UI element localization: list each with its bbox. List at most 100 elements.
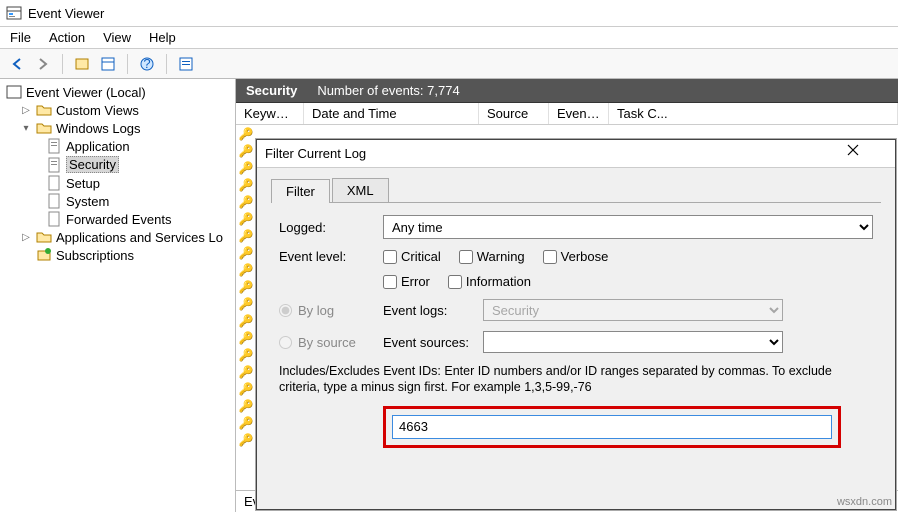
- tree-log-forwarded-label: Forwarded Events: [66, 212, 172, 227]
- close-icon: [847, 144, 859, 156]
- key-icon: 🔑: [238, 280, 254, 294]
- by-source-label: By source: [298, 335, 356, 350]
- tree-custom-views[interactable]: ▷ Custom Views: [2, 101, 233, 119]
- tree-root[interactable]: Event Viewer (Local): [2, 83, 233, 101]
- col-source[interactable]: Source: [479, 103, 549, 124]
- key-icon: 🔑: [238, 246, 254, 260]
- log-icon: [46, 138, 62, 154]
- menu-action[interactable]: Action: [49, 30, 85, 45]
- tree-log-forwarded[interactable]: Forwarded Events: [2, 210, 233, 228]
- expand-icon[interactable]: ▷: [20, 232, 32, 243]
- col-event-id[interactable]: Event ID: [549, 103, 609, 124]
- event-level-label: Event level:: [279, 249, 383, 264]
- close-button[interactable]: [847, 144, 887, 164]
- event-sources-label: Event sources:: [383, 335, 483, 350]
- dialog-titlebar[interactable]: Filter Current Log: [257, 140, 895, 168]
- information-checkbox[interactable]: [448, 275, 462, 289]
- key-icon: 🔑: [238, 365, 254, 379]
- tree-subscriptions-label: Subscriptions: [56, 248, 134, 263]
- window-title: Event Viewer: [28, 0, 104, 27]
- log-icon: [46, 157, 62, 173]
- key-icon: 🔑: [238, 144, 254, 158]
- event-list-header[interactable]: Keywor... Date and Time Source Event ID …: [236, 103, 898, 125]
- tree-app-services-label: Applications and Services Lo: [56, 230, 223, 245]
- critical-label: Critical: [401, 249, 441, 264]
- show-hide-tree-button[interactable]: [71, 53, 93, 75]
- menu-view[interactable]: View: [103, 30, 131, 45]
- app-icon: [6, 5, 22, 21]
- key-icon: 🔑: [238, 229, 254, 243]
- key-icon: 🔑: [238, 297, 254, 311]
- subscriptions-icon: [36, 247, 52, 263]
- menubar: File Action View Help: [0, 27, 898, 49]
- error-checkbox[interactable]: [383, 275, 397, 289]
- critical-checkbox[interactable]: [383, 250, 397, 264]
- key-icon: 🔑: [238, 348, 254, 362]
- dialog-title: Filter Current Log: [265, 146, 366, 161]
- warning-label: Warning: [477, 249, 525, 264]
- logged-label: Logged:: [279, 220, 383, 235]
- key-icon: 🔑: [238, 382, 254, 396]
- key-icon: 🔑: [238, 314, 254, 328]
- watermark: wsxdn.com: [837, 496, 892, 508]
- log-icon: [46, 175, 62, 191]
- collapse-icon[interactable]: ▾: [20, 123, 32, 134]
- key-icon: 🔑: [238, 263, 254, 277]
- toolbar: ?: [0, 49, 898, 79]
- tree-log-security[interactable]: Security: [2, 155, 233, 174]
- key-icon: 🔑: [238, 178, 254, 192]
- window-titlebar: Event Viewer: [0, 0, 898, 27]
- tree-log-setup[interactable]: Setup: [2, 174, 233, 192]
- col-keywords[interactable]: Keywor...: [236, 103, 304, 124]
- col-datetime[interactable]: Date and Time: [304, 103, 479, 124]
- folder-icon: [36, 102, 52, 118]
- verbose-checkbox[interactable]: [543, 250, 557, 264]
- key-icon: 🔑: [238, 331, 254, 345]
- tree-root-label: Event Viewer (Local): [26, 85, 146, 100]
- log-icon: [46, 193, 62, 209]
- filter-dialog: Filter Current Log Filter XML Logged: An…: [256, 139, 896, 510]
- tree-subscriptions[interactable]: ▷ Subscriptions: [2, 246, 233, 264]
- key-icon: 🔑: [238, 212, 254, 226]
- tree-app-services-logs[interactable]: ▷ Applications and Services Lo: [2, 228, 233, 246]
- key-icon: 🔑: [238, 416, 254, 430]
- tab-filter[interactable]: Filter: [271, 179, 330, 203]
- tree-log-system[interactable]: System: [2, 192, 233, 210]
- event-logs-select: Security: [483, 299, 783, 321]
- event-sources-select[interactable]: [483, 331, 783, 353]
- event-ids-input[interactable]: [392, 415, 832, 439]
- nav-tree[interactable]: Event Viewer (Local) ▷ Custom Views ▾ Wi…: [0, 79, 236, 512]
- expand-icon[interactable]: ▷: [20, 105, 32, 116]
- help-button[interactable]: ?: [136, 53, 158, 75]
- log-header-title: Security: [246, 79, 297, 102]
- by-log-radio: [279, 304, 292, 317]
- menu-file[interactable]: File: [10, 30, 31, 45]
- refresh-button[interactable]: [175, 53, 197, 75]
- information-label: Information: [466, 274, 531, 289]
- by-source-radio: [279, 336, 292, 349]
- key-icon: 🔑: [238, 399, 254, 413]
- back-button[interactable]: [6, 53, 28, 75]
- tree-windows-logs-label: Windows Logs: [56, 121, 141, 136]
- col-task[interactable]: Task C...: [609, 103, 898, 124]
- properties-button[interactable]: [97, 53, 119, 75]
- event-logs-label: Event logs:: [383, 303, 483, 318]
- tab-xml[interactable]: XML: [332, 178, 389, 202]
- menu-help[interactable]: Help: [149, 30, 176, 45]
- tree-log-system-label: System: [66, 194, 109, 209]
- forward-button[interactable]: [32, 53, 54, 75]
- svg-text:?: ?: [143, 56, 150, 71]
- log-icon: [46, 211, 62, 227]
- verbose-label: Verbose: [561, 249, 609, 264]
- folder-icon: [36, 229, 52, 245]
- tree-windows-logs[interactable]: ▾ Windows Logs: [2, 119, 233, 137]
- log-header-count: Number of events: 7,774: [317, 79, 459, 102]
- tree-log-setup-label: Setup: [66, 176, 100, 191]
- log-header: Security Number of events: 7,774: [236, 79, 898, 103]
- warning-checkbox[interactable]: [459, 250, 473, 264]
- logged-select[interactable]: Any time: [383, 215, 873, 239]
- tree-log-application[interactable]: Application: [2, 137, 233, 155]
- tree-custom-views-label: Custom Views: [56, 103, 139, 118]
- tree-log-security-label: Security: [66, 156, 119, 173]
- key-icon: 🔑: [238, 195, 254, 209]
